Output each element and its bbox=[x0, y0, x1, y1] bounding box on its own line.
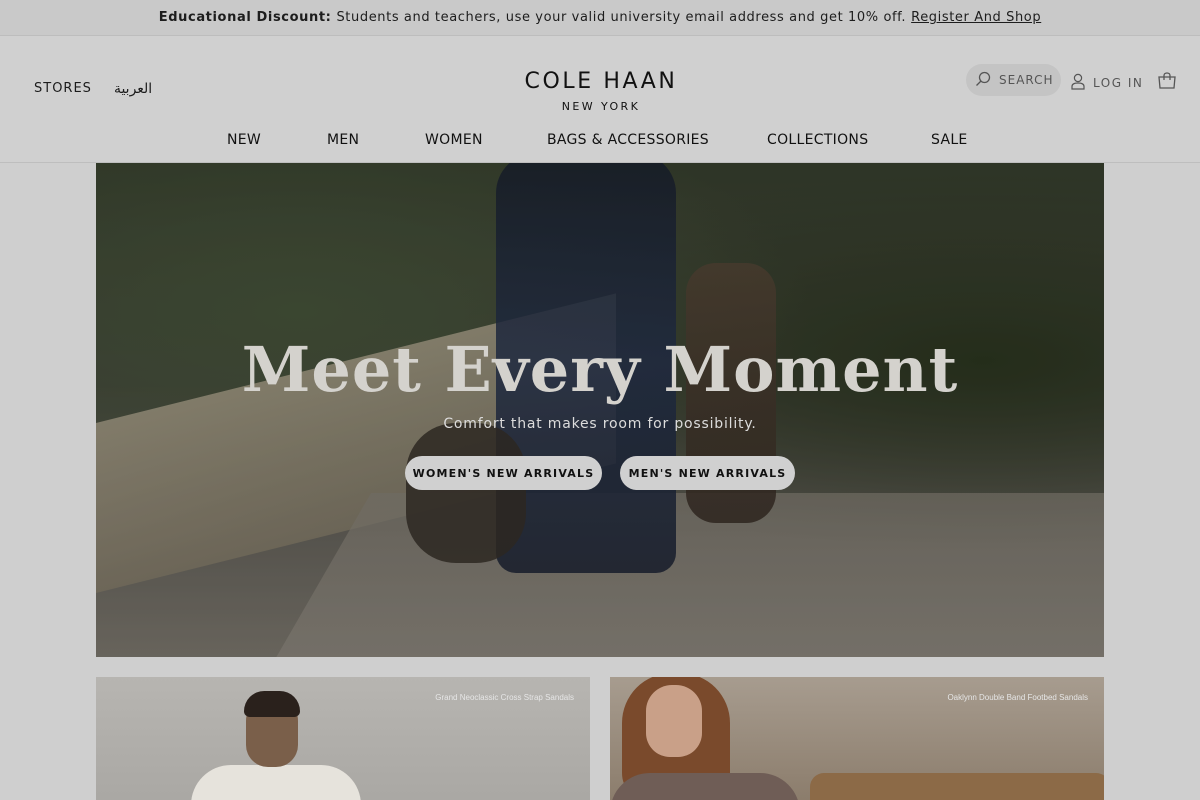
nav-item-men[interactable]: MEN bbox=[327, 132, 359, 148]
login-button[interactable]: LOG IN bbox=[1071, 73, 1143, 93]
search-label: SEARCH bbox=[999, 73, 1054, 87]
site-header: STORES العربية COLE HAAN NEW YORK SEARCH… bbox=[0, 36, 1200, 163]
nav-item-women[interactable]: WOMEN bbox=[425, 132, 483, 148]
brand-name: COLE HAAN bbox=[524, 69, 678, 94]
language-switch-link[interactable]: العربية bbox=[114, 80, 152, 97]
nav-item-collections[interactable]: COLLECTIONS bbox=[767, 132, 868, 148]
brand-subtitle: NEW YORK bbox=[561, 100, 641, 113]
brand-logo[interactable]: COLE HAAN NEW YORK bbox=[520, 69, 682, 114]
header-left: STORES العربية bbox=[34, 80, 152, 97]
mens-new-arrivals-button[interactable]: MEN'S NEW ARRIVALS bbox=[620, 456, 795, 490]
model-hair-graphic bbox=[244, 691, 300, 717]
sofa-graphic bbox=[810, 773, 1104, 800]
stores-link[interactable]: STORES bbox=[34, 81, 92, 96]
promo-text: Students and teachers, use your valid un… bbox=[336, 10, 907, 25]
shopping-bag-button[interactable] bbox=[1157, 71, 1177, 91]
nav-item-new[interactable]: NEW bbox=[227, 132, 261, 148]
search-input[interactable]: SEARCH bbox=[966, 64, 1061, 96]
product-tile-women[interactable]: Oaklynn Double Band Footbed Sandals bbox=[610, 677, 1104, 800]
nav-item-bags-accessories[interactable]: BAGS & ACCESSORIES bbox=[547, 132, 709, 148]
model-face-graphic bbox=[646, 685, 702, 757]
tile-caption: Grand Neoclassic Cross Strap Sandals bbox=[435, 693, 574, 702]
search-icon bbox=[975, 71, 991, 90]
womens-new-arrivals-button[interactable]: WOMEN'S NEW ARRIVALS bbox=[405, 456, 602, 490]
product-tile-men[interactable]: Grand Neoclassic Cross Strap Sandals bbox=[96, 677, 590, 800]
hero-banner[interactable]: Meet Every Moment Comfort that makes roo… bbox=[96, 163, 1104, 657]
shopping-bag-icon bbox=[1157, 72, 1177, 95]
login-label: LOG IN bbox=[1093, 76, 1144, 90]
hero-title: Meet Every Moment bbox=[241, 333, 959, 406]
main-nav: NEW MEN WOMEN BAGS & ACCESSORIES COLLECT… bbox=[0, 132, 1200, 154]
register-and-shop-link[interactable]: Register And Shop bbox=[911, 10, 1041, 25]
user-icon bbox=[1071, 73, 1085, 93]
promo-label: Educational Discount: bbox=[158, 10, 332, 25]
hero-subtitle: Comfort that makes room for possibility. bbox=[443, 416, 757, 432]
promo-bar: Educational Discount: Students and teach… bbox=[0, 0, 1200, 36]
model-top-graphic bbox=[610, 773, 800, 800]
nav-item-sale[interactable]: SALE bbox=[931, 132, 968, 148]
model-shirt-graphic bbox=[191, 765, 361, 800]
tile-caption: Oaklynn Double Band Footbed Sandals bbox=[947, 693, 1088, 702]
hero-overlay bbox=[96, 163, 1104, 657]
